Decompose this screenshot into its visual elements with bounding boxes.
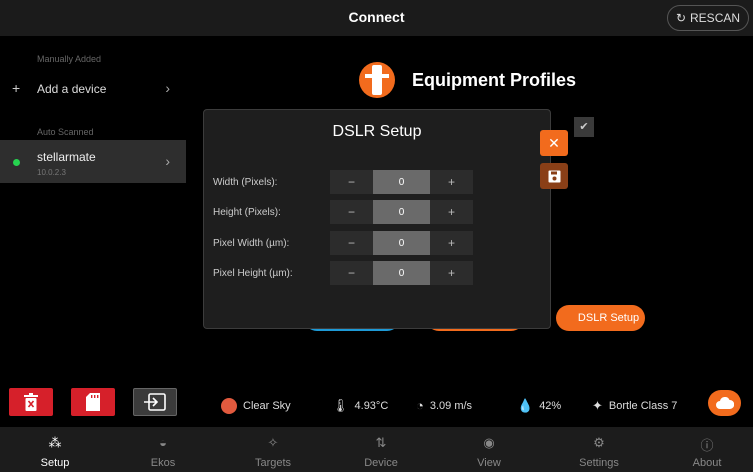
setup-icon: ⁂ (48, 435, 62, 450)
nav-view-label: View (477, 457, 501, 469)
humidity-value: 42% (539, 400, 562, 412)
settings-icon: ⚙ (593, 435, 605, 450)
height-value[interactable]: 0 (373, 200, 430, 224)
wind-status: ◔ 3.09 m/s (416, 398, 472, 413)
thermometer-icon: 🌡 (332, 398, 349, 413)
telescope-logo-icon (359, 62, 395, 98)
temperature-status: 🌡 4.93°C (332, 398, 388, 414)
targets-icon: ✧ (267, 435, 279, 450)
nav-ekos-label: Ekos (150, 457, 176, 469)
view-icon: ◉ (483, 435, 495, 450)
plus-icon: + (12, 80, 21, 96)
pixel-width-value[interactable]: 0 (373, 231, 430, 255)
gauge-icon: ◔ (416, 398, 424, 413)
rescan-button[interactable]: ↻ RESCAN (667, 5, 749, 31)
nav-settings[interactable]: ⚙ Settings (559, 427, 639, 472)
height-stepper: − 0 + (330, 200, 473, 224)
nav-targets[interactable]: ✧ Targets (233, 427, 313, 472)
chevron-right-icon: › (165, 153, 170, 169)
top-bar: Connect ↻ RESCAN (0, 0, 753, 36)
increment-button[interactable]: + (430, 170, 473, 194)
sparkle-icon: ✦ (592, 398, 603, 413)
device-item-stellarmate[interactable]: stellarmate 10.0.2.3 › (0, 140, 186, 183)
wind-value: 3.09 m/s (429, 399, 473, 412)
nav-setup-label: Setup (40, 457, 70, 469)
rescan-label: RESCAN (690, 11, 741, 25)
width-label: Width (Pixels): (213, 177, 278, 188)
pixel-width-label: Pixel Width (µm): (213, 238, 290, 249)
refresh-icon: ↻ (675, 11, 687, 25)
increment-button[interactable]: + (430, 231, 473, 255)
chevron-right-icon: › (165, 80, 170, 96)
bottom-navigation: ⁂ Setup ◒ Ekos ✧ Targets ⇅ Device ◉ View… (0, 427, 753, 472)
clear-button[interactable] (9, 388, 53, 416)
profiles-title: Equipment Profiles (412, 70, 577, 90)
bortle-status: ✦ Bortle Class 7 (592, 398, 677, 414)
bortle-value: Bortle Class 7 (608, 400, 678, 412)
sd-card-button[interactable] (71, 388, 115, 416)
sd-card-icon (86, 393, 100, 411)
dslr-setup-button[interactable]: DSLR Setup (556, 305, 645, 331)
nav-about-label: About (692, 457, 722, 469)
auto-section-heading: Auto Scanned (37, 127, 94, 137)
sky-label: Clear Sky (243, 400, 291, 412)
close-button[interactable]: ✕ (540, 130, 568, 156)
trash-icon (24, 393, 38, 411)
nav-device[interactable]: ⇅ Device (341, 427, 421, 472)
close-icon: ✕ (548, 134, 560, 151)
exit-icon (144, 393, 166, 411)
decrement-button[interactable]: − (330, 261, 373, 285)
nav-settings-label: Settings (579, 457, 619, 469)
temperature-value: 4.93°C (354, 400, 389, 412)
humidity-status: 💧 42% (517, 398, 561, 414)
nav-targets-label: Targets (254, 457, 292, 469)
exit-button[interactable] (133, 388, 177, 416)
humidity-icon: 💧 (517, 398, 534, 413)
nav-device-label: Device (364, 457, 398, 469)
nav-view[interactable]: ◉ View (449, 427, 529, 472)
cloud-icon (715, 397, 734, 409)
add-device-item[interactable]: + Add a device › (0, 76, 186, 102)
ekos-icon: ◒ (159, 435, 167, 450)
nav-ekos[interactable]: ◒ Ekos (123, 427, 203, 472)
sky-status: Clear Sky (221, 398, 291, 414)
height-label: Height (Pixels): (213, 207, 281, 218)
device-ip: 10.0.2.3 (37, 168, 66, 177)
online-status-icon (13, 159, 20, 166)
save-icon (548, 170, 560, 182)
width-value[interactable]: 0 (373, 170, 430, 194)
nav-setup[interactable]: ⁂ Setup (15, 427, 95, 472)
add-device-label: Add a device (37, 82, 107, 96)
check-icon[interactable]: ✔ (574, 117, 594, 137)
decrement-button[interactable]: − (330, 200, 373, 224)
increment-button[interactable]: + (430, 261, 473, 285)
nav-about[interactable]: ⓘ About (667, 427, 747, 472)
sky-condition-icon (221, 398, 237, 414)
decrement-button[interactable]: − (330, 170, 373, 194)
device-name: stellarmate (37, 150, 96, 164)
page-title: Connect (348, 9, 405, 25)
pixel-height-label: Pixel Height (µm): (213, 268, 293, 279)
increment-button[interactable]: + (430, 200, 473, 224)
about-icon: ⓘ (700, 438, 714, 453)
pixel-height-value[interactable]: 0 (373, 261, 430, 285)
manual-section-heading: Manually Added (37, 54, 102, 64)
decrement-button[interactable]: − (330, 231, 373, 255)
cloud-button[interactable] (708, 390, 741, 416)
save-button[interactable] (540, 163, 568, 189)
dialog-title: DSLR Setup (332, 123, 422, 140)
device-icon: ⇅ (375, 435, 387, 450)
width-stepper: − 0 + (330, 170, 473, 194)
pixel-height-stepper: − 0 + (330, 261, 473, 285)
pixel-width-stepper: − 0 + (330, 231, 473, 255)
